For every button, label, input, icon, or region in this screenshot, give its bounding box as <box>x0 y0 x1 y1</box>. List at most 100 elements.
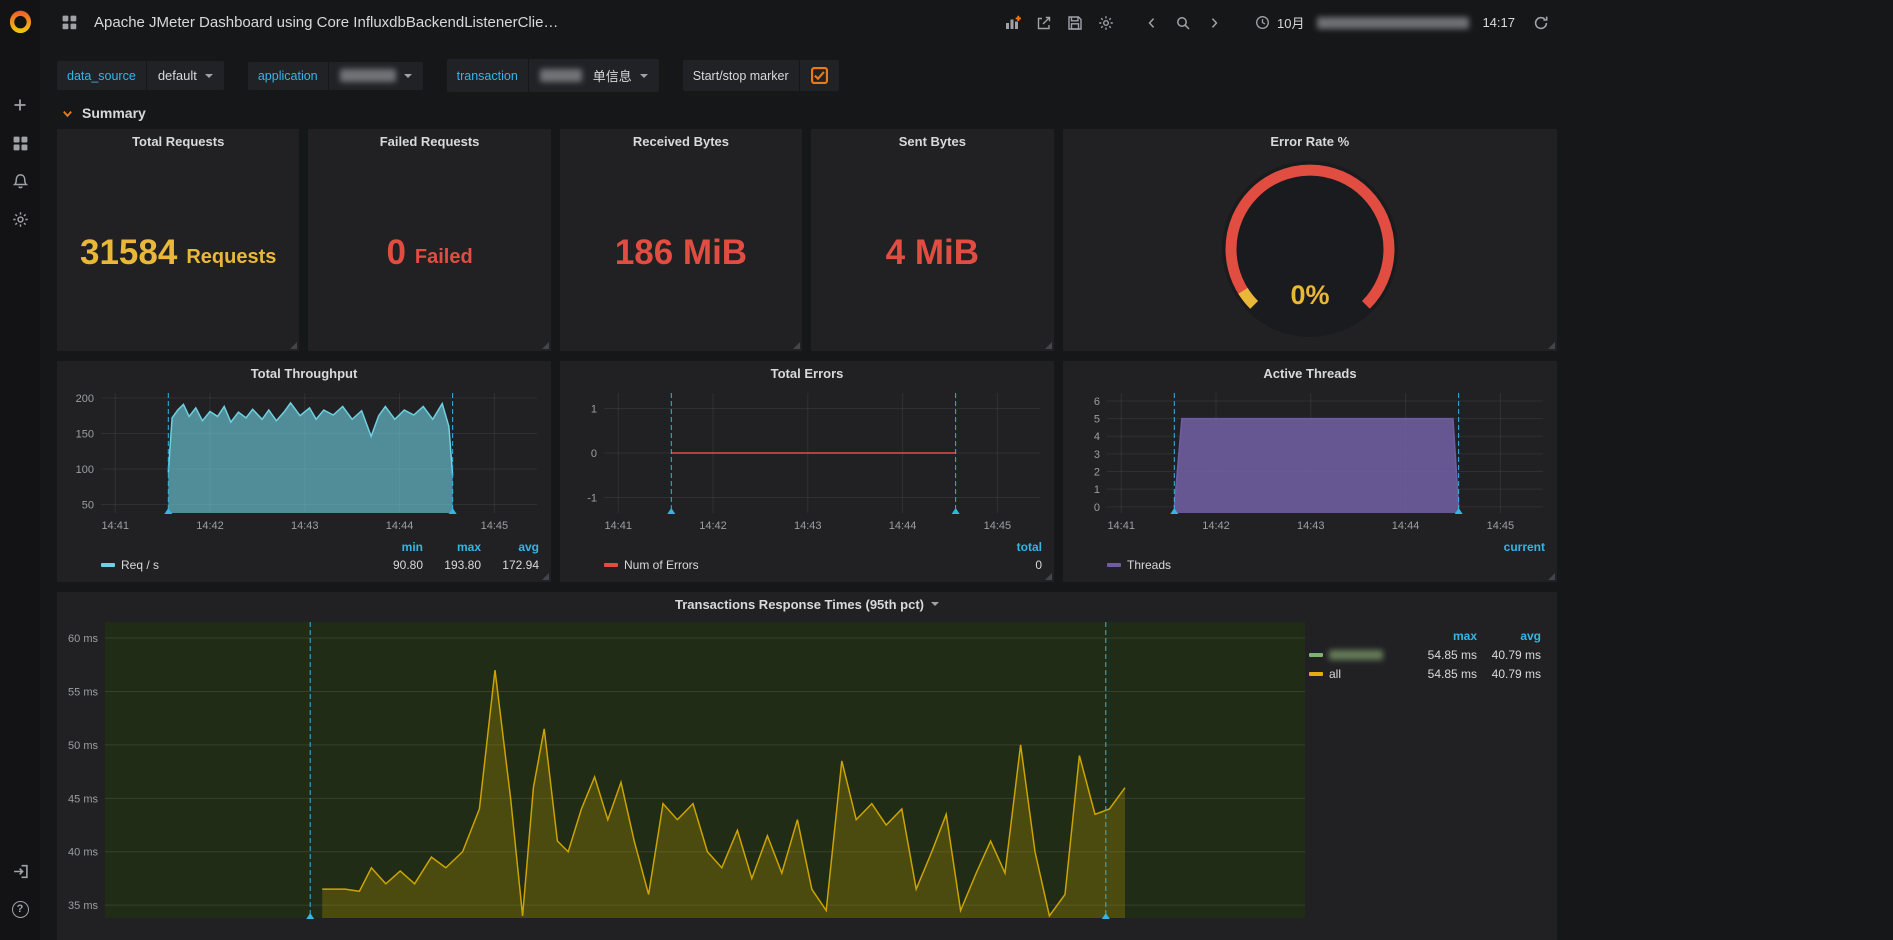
legend-header[interactable]: avg <box>1477 629 1541 643</box>
svg-text:35 ms: 35 ms <box>68 900 98 912</box>
filter-application-value[interactable] <box>329 62 423 90</box>
legend-header[interactable]: total <box>984 540 1042 554</box>
chevron-down-icon <box>61 107 74 120</box>
legend-value: 90.80 <box>365 558 423 572</box>
svg-text:14:43: 14:43 <box>1297 520 1325 532</box>
resize-handle[interactable] <box>1548 573 1555 580</box>
svg-text:14:43: 14:43 <box>291 520 319 532</box>
row-summary-toggle[interactable]: Summary <box>61 105 1557 121</box>
add-panel-button[interactable] <box>1000 10 1026 36</box>
filter-transaction[interactable]: transaction 单信息 <box>447 59 659 92</box>
legend-header[interactable]: min <box>365 540 423 554</box>
help-icon: ? <box>12 901 29 918</box>
panel-title[interactable]: Sent Bytes <box>811 129 1053 153</box>
share-icon <box>1036 15 1052 31</box>
resize-handle[interactable] <box>542 573 549 580</box>
panel-title[interactable]: Transactions Response Times (95th pct) <box>57 592 1557 616</box>
dashboard-title[interactable]: Apache JMeter Dashboard using Core Influ… <box>94 14 558 31</box>
panel-menu-caret-icon[interactable] <box>931 602 939 606</box>
svg-text:100: 100 <box>76 464 94 476</box>
panel-title[interactable]: Active Threads <box>1063 361 1557 385</box>
plus-icon <box>12 97 28 113</box>
panel-title[interactable]: Total Requests <box>57 129 299 153</box>
panel-title[interactable]: Received Bytes <box>560 129 802 153</box>
sidebar-item-create[interactable] <box>0 86 40 124</box>
dashboard-settings-button[interactable] <box>1093 10 1119 36</box>
sidebar-item-sign-in[interactable] <box>0 852 40 890</box>
grafana-logo[interactable] <box>0 0 40 44</box>
legend-value: 54.85 ms <box>1413 648 1477 662</box>
filter-data-source[interactable]: data_source default <box>57 61 224 90</box>
threads-chart[interactable]: 012345614:4114:4214:4314:4414:45 <box>1063 385 1557 535</box>
series-color-dash <box>1107 563 1121 567</box>
resize-handle[interactable] <box>290 342 297 349</box>
panel-title[interactable]: Error Rate % <box>1063 129 1557 153</box>
filter-start-stop-marker[interactable]: Start/stop marker <box>683 60 839 91</box>
legend-value: 54.85 ms <box>1413 667 1477 681</box>
legend-series[interactable]: Req / s <box>101 558 365 572</box>
resize-handle[interactable] <box>542 342 549 349</box>
share-dashboard-button[interactable] <box>1031 10 1057 36</box>
svg-text:1: 1 <box>1094 484 1100 496</box>
legend-header[interactable]: max <box>1413 629 1477 643</box>
errors-chart[interactable]: 10-114:4114:4214:4314:4414:45 <box>560 385 1054 535</box>
resize-handle[interactable] <box>1045 342 1052 349</box>
stat-value: 4 MiB <box>886 235 979 270</box>
resize-handle[interactable] <box>793 342 800 349</box>
throughput-chart[interactable]: 5010015020014:4114:4214:4314:4414:45 <box>57 385 551 535</box>
refresh-button[interactable] <box>1528 10 1554 36</box>
redacted-value <box>540 69 582 82</box>
start-stop-marker-checkbox[interactable] <box>800 60 839 91</box>
sidebar-item-help[interactable]: ? <box>0 890 40 928</box>
panel-title[interactable]: Total Errors <box>560 361 1054 385</box>
svg-text:4: 4 <box>1094 431 1100 443</box>
legend-value: 193.80 <box>423 558 481 572</box>
save-icon <box>1067 15 1083 31</box>
save-dashboard-button[interactable] <box>1062 10 1088 36</box>
sidebar-item-dashboards[interactable] <box>0 124 40 162</box>
svg-text:6: 6 <box>1094 396 1100 408</box>
resize-handle[interactable] <box>1045 573 1052 580</box>
legend: total Num of Errors 0 <box>560 535 1054 574</box>
panel-active-threads: Active Threads 012345614:4114:4214:4314:… <box>1063 361 1557 582</box>
panel-title[interactable]: Failed Requests <box>308 129 550 153</box>
legend-header[interactable]: max <box>423 540 481 554</box>
time-range-picker[interactable]: 10月 14:17 <box>1247 13 1523 32</box>
svg-text:14:42: 14:42 <box>1202 520 1230 532</box>
svg-text:50 ms: 50 ms <box>68 740 98 752</box>
legend-series-redacted[interactable] <box>1309 650 1413 660</box>
series-color-dash <box>1309 672 1323 676</box>
sidebar-item-alerting[interactable] <box>0 162 40 200</box>
filter-transaction-value[interactable]: 单信息 <box>529 59 659 92</box>
svg-text:14:41: 14:41 <box>101 520 129 532</box>
time-range-suffix: 14:17 <box>1482 15 1515 30</box>
panel-title[interactable]: Total Throughput <box>57 361 551 385</box>
filter-data-source-value[interactable]: default <box>147 61 224 90</box>
template-variables-bar: data_source default application transact… <box>57 59 1893 92</box>
filter-start-stop-marker-label: Start/stop marker <box>683 60 799 91</box>
filter-application-label: application <box>248 62 328 90</box>
svg-text:14:45: 14:45 <box>481 520 509 532</box>
time-shift-forward-button[interactable] <box>1201 10 1227 36</box>
time-shift-back-button[interactable] <box>1139 10 1165 36</box>
filter-application[interactable]: application <box>248 62 423 90</box>
error-rate-gauge: 0% <box>1063 153 1557 351</box>
legend-series[interactable]: Num of Errors <box>604 558 984 572</box>
legend-series-all[interactable]: all <box>1309 667 1413 681</box>
resize-handle[interactable] <box>1548 342 1555 349</box>
panel-total-throughput: Total Throughput 5010015020014:4114:4214… <box>57 361 551 582</box>
gauge-value: 0% <box>1290 280 1329 310</box>
legend-header[interactable]: avg <box>481 540 539 554</box>
sidebar-item-configuration[interactable] <box>0 200 40 238</box>
legend-series[interactable]: Threads <box>1107 558 1487 572</box>
chevron-right-icon <box>1207 16 1221 30</box>
dashboard-grid-icon[interactable] <box>56 10 82 36</box>
svg-text:2: 2 <box>1094 467 1100 479</box>
legend-header[interactable]: current <box>1487 540 1545 554</box>
filter-data-source-label: data_source <box>57 61 146 90</box>
panel-received-bytes: Received Bytes 186 MiB <box>560 129 802 351</box>
svg-text:14:44: 14:44 <box>386 520 414 532</box>
time-range-prefix: 10月 <box>1277 13 1304 32</box>
zoom-out-button[interactable] <box>1170 10 1196 36</box>
legend-value: 172.94 <box>481 558 539 572</box>
